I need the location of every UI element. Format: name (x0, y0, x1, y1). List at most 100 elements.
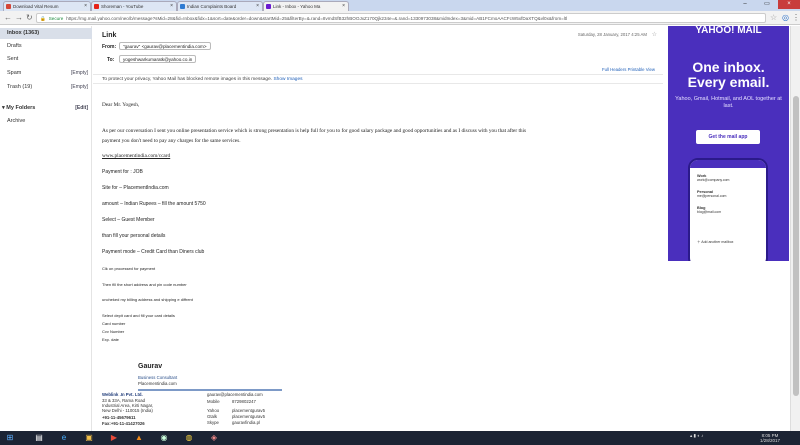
empty-spam-link[interactable]: [Empty] (71, 68, 88, 79)
tab-2[interactable]: Indian Complaints Board × (177, 1, 263, 11)
body-line: Clk on processed for payment (102, 266, 156, 271)
to-label: To: (107, 57, 115, 63)
address-bar: ← → ↻ 🔒 Secure https://mg.mail.yahoo.com/n… (0, 11, 800, 25)
close-window-icon[interactable]: × (778, 0, 800, 9)
sidebar-item-label: Archive (7, 118, 26, 124)
tray-clock[interactable]: 8:05 PM 1/28/2017 (760, 433, 780, 443)
tab-title: Link - Inbox - Yahoo Ma (273, 4, 321, 9)
notice-text: To protect your privacy, Yahoo Mail has … (102, 77, 273, 82)
sidebar-item-inbox[interactable]: Inbox (1363) (0, 28, 92, 39)
sidebar-item-label: Trash (19) (7, 84, 33, 90)
payment-link[interactable]: www.placementindia.com/ccard (102, 153, 170, 159)
body-line: Cvv Number (102, 329, 125, 334)
get-mail-app-button[interactable]: Get the mail app (696, 130, 760, 144)
tab-title: Download Vital Resum (13, 4, 59, 9)
extension-icon[interactable]: ◎ (782, 13, 789, 23)
show-images-link[interactable]: Show Images (273, 77, 302, 82)
email-signature: Gaurav Business Consultant Placementindi… (102, 363, 302, 431)
mailbox-row: Personal me@personal.com (697, 190, 727, 198)
body-line: Then fill the short address and pin code… (102, 282, 187, 287)
sidebar-item-spam[interactable]: Spam [Empty] (0, 68, 92, 79)
signature-name: Gaurav (138, 363, 163, 370)
ad-headline: One inbox. Every email. (668, 60, 789, 90)
star-icon[interactable]: ☆ (652, 31, 657, 38)
to-pill[interactable]: yogeshwarkumaratk@yahoo.co.in (119, 55, 197, 63)
body-line: Payment for : JOB (102, 169, 143, 175)
folder-icon[interactable]: ▤ (32, 432, 46, 444)
full-headers-link[interactable]: Full Headers Printable View (602, 67, 655, 72)
empty-trash-link[interactable]: [Empty] (71, 82, 88, 93)
phone-number: +91-11-45679611 (102, 415, 136, 420)
signature-email[interactable]: gaurav@placementindia.com (207, 392, 263, 397)
body-line: Select – Guest Member (102, 217, 155, 223)
body-line: Payment mode – Credit Card than Diners c… (102, 249, 205, 255)
url-input[interactable]: 🔒 Secure https://mg.mail.yahoo.com/neo/b/m… (36, 13, 766, 23)
sidebar-item-archive[interactable]: Archive (0, 116, 92, 127)
sidebar-item-sent[interactable]: Sent (0, 54, 92, 65)
close-tab-icon[interactable]: × (84, 2, 87, 11)
mobile-number: 8729802247 (232, 399, 256, 404)
sidebar-item-drafts[interactable]: Drafts (0, 41, 92, 52)
vlc-icon[interactable]: ▲ (132, 432, 146, 444)
page-scrollbar[interactable] (790, 26, 800, 431)
my-folders-label: My Folders (6, 105, 36, 111)
ie-icon[interactable]: e (57, 432, 71, 444)
body-line: Exp. date (102, 337, 119, 342)
from-label: From: (102, 44, 117, 50)
tray-icons[interactable]: ▴ ▮ ◐ ♪ (690, 433, 703, 438)
secure-label: Secure (48, 16, 64, 21)
my-folders-header[interactable]: ▾ My Folders [Edit] (0, 103, 92, 114)
from-pill[interactable]: "gaurav" <gaurav@placementindia.com> (119, 42, 211, 50)
tab-3-active[interactable]: Link - Inbox - Yahoo Ma × (263, 1, 349, 11)
explorer-icon[interactable]: ▣ (82, 432, 96, 444)
url-text: https://mg.mail.yahoo.com/neo/b/message?… (66, 16, 568, 21)
media-icon[interactable]: ▶ (107, 432, 121, 444)
sidebar-item-label: Spam (7, 70, 22, 76)
scrollbar-thumb[interactable] (793, 96, 799, 396)
reload-icon[interactable]: ↻ (26, 13, 33, 23)
body-line: amount – Indian Rupees – fill the amount… (102, 201, 206, 207)
body-line: Site for – PlacementIndia.com (102, 185, 169, 191)
tab-1[interactable]: Shoreman - YouTube × (91, 1, 177, 11)
close-tab-icon[interactable]: × (170, 2, 173, 11)
secure-lock-icon: 🔒 (40, 16, 46, 21)
favicon-icon (180, 4, 185, 9)
clock-date: 1/28/2017 (760, 438, 781, 443)
app-icon[interactable]: ◉ (157, 432, 171, 444)
fax-number: Fax:+91-11-41427026 (102, 421, 145, 426)
body-line: Select depit card and fill your card det… (102, 313, 175, 318)
windows-taskbar: ⊞ ▤ e ▣ ▶ ▲ ◉ ◍ ◈ ▴ ▮ ◐ ♪ 8:05 PM 1/28/20… (0, 431, 800, 445)
minimize-icon[interactable]: – (734, 0, 756, 9)
gtalk-label: Gtalk (207, 414, 218, 419)
body-line: As per our conversation I sent you onlin… (102, 128, 527, 134)
menu-icon[interactable]: ⋮ (792, 13, 800, 23)
add-mailbox-row: ＋ Add another mailbox (697, 240, 734, 244)
sidebar-item-label: Sent (7, 56, 19, 62)
close-tab-icon[interactable]: × (342, 2, 345, 11)
sidebar-item-label: Drafts (7, 43, 22, 49)
message-pane: Link Saturday, 28 January, 2017 4:25 AM … (93, 26, 663, 431)
signature-site: Placementindia.com (138, 381, 177, 386)
yahoo-mail-ad[interactable]: YAHOO! MAIL One inbox. Every email. Yaho… (668, 26, 789, 261)
mailbox-row: Blog blog@mail.com (697, 206, 722, 214)
chrome-icon[interactable]: ◍ (182, 432, 196, 444)
company-name: Weblink .In Pvt. Ltd. (102, 392, 143, 397)
mobile-label: Mobile (207, 399, 220, 404)
phone-illustration: Work work@company.com Personal me@personal… (688, 158, 768, 261)
app-icon[interactable]: ◈ (207, 432, 221, 444)
body-line: uncheked my billing address and shipping… (102, 297, 193, 302)
ad-subtext: Yahoo, Gmail, Hotmail, and AOL together … (675, 96, 782, 109)
maximize-icon[interactable]: ▭ (756, 0, 778, 9)
tab-0[interactable]: Download Vital Resum × (3, 1, 91, 11)
start-button-icon[interactable]: ⊞ (3, 432, 17, 444)
ad-headline-line: One inbox. (692, 59, 765, 75)
star-icon[interactable]: ☆ (770, 13, 777, 23)
forward-icon[interactable]: → (15, 13, 23, 23)
back-icon[interactable]: ← (4, 13, 12, 23)
body-line: payment you don't need to pay any charge… (102, 138, 241, 144)
greeting: Dear Mr. Yogesh, (102, 102, 140, 108)
sidebar-item-trash[interactable]: Trash (19) [Empty] (0, 82, 92, 93)
close-tab-icon[interactable]: × (256, 2, 259, 11)
tab-title: Indian Complaints Board (187, 4, 237, 9)
edit-folders-link[interactable]: [Edit] (75, 103, 88, 114)
